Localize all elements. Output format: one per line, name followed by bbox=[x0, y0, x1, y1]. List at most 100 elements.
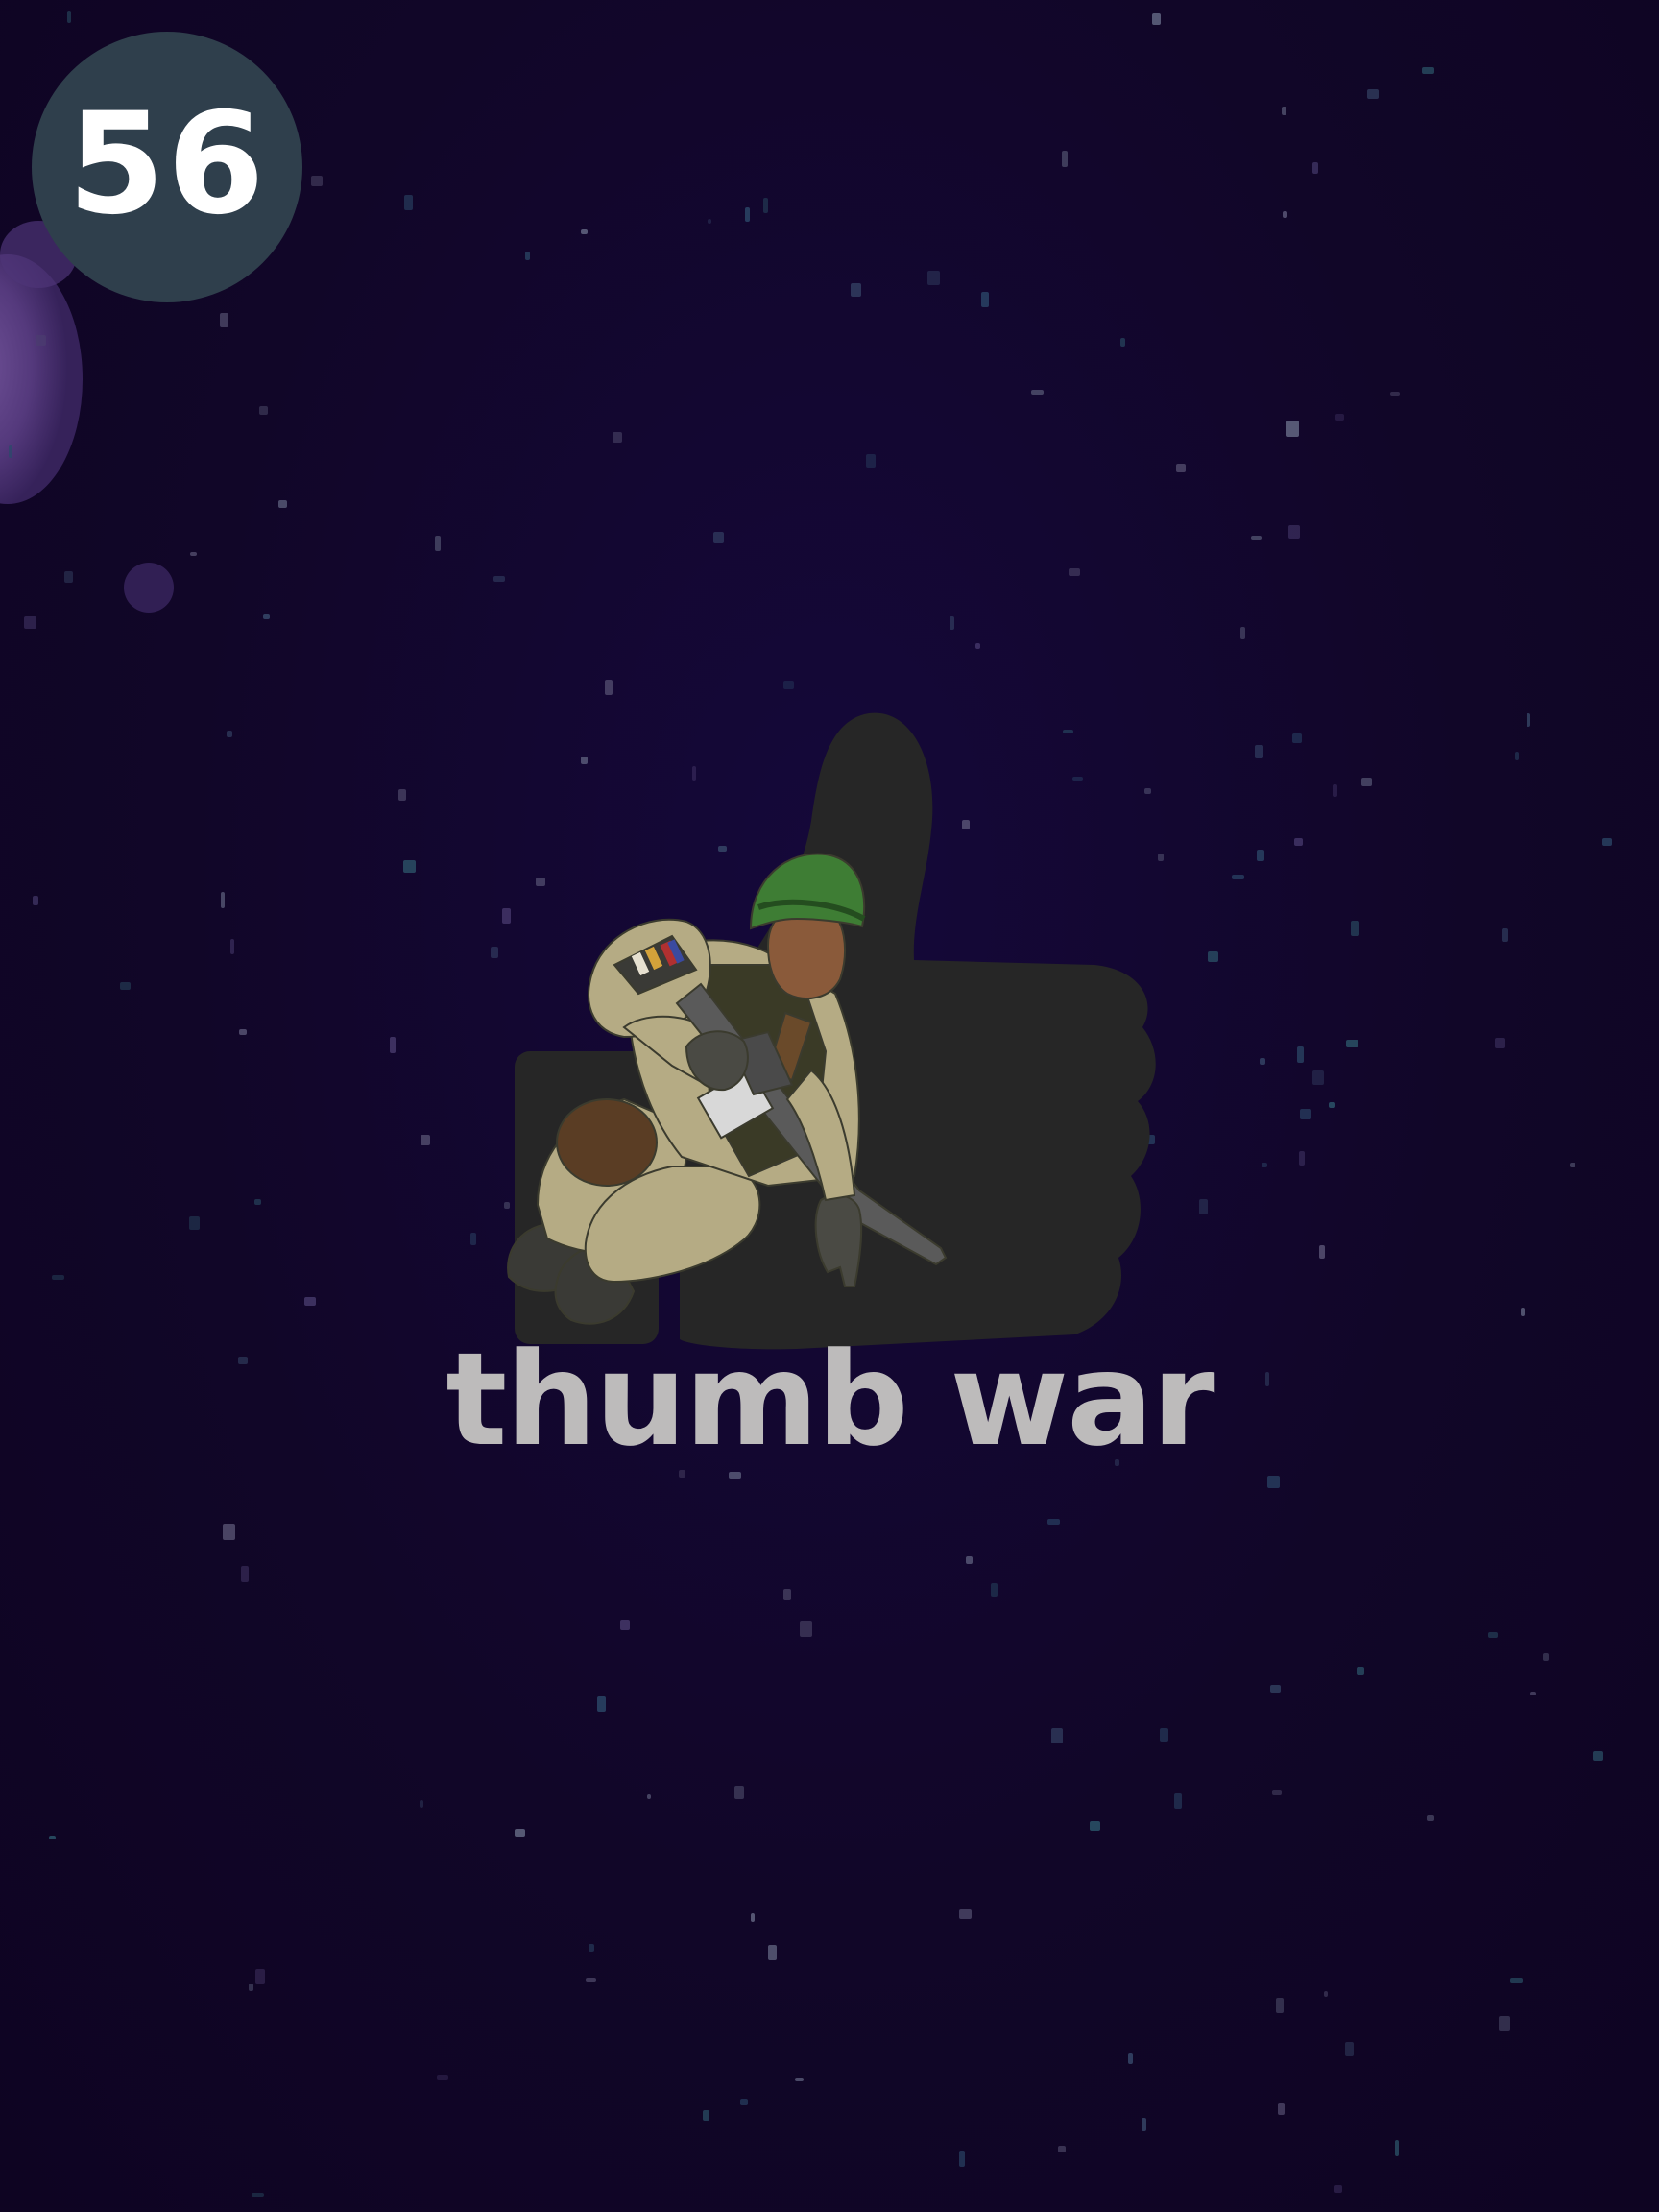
star-decoration bbox=[1495, 1038, 1505, 1048]
star-decoration bbox=[1283, 211, 1287, 218]
star-decoration bbox=[1288, 525, 1300, 539]
star-decoration bbox=[1357, 1667, 1364, 1675]
star-decoration bbox=[1058, 2146, 1066, 2152]
star-decoration bbox=[1510, 1978, 1523, 1983]
star-decoration bbox=[515, 1829, 525, 1837]
star-decoration bbox=[1069, 568, 1080, 576]
star-decoration bbox=[1120, 338, 1125, 347]
star-decoration bbox=[1270, 1685, 1281, 1693]
star-decoration bbox=[1294, 838, 1303, 846]
star-decoration bbox=[703, 2110, 709, 2121]
star-decoration bbox=[64, 571, 73, 583]
star-decoration bbox=[420, 1800, 423, 1808]
star-decoration bbox=[1260, 1058, 1265, 1065]
star-decoration bbox=[1602, 838, 1612, 846]
star-decoration bbox=[800, 1621, 812, 1637]
star-decoration bbox=[67, 11, 71, 23]
star-decoration bbox=[263, 614, 270, 619]
star-decoration bbox=[1390, 392, 1400, 396]
star-decoration bbox=[1488, 1632, 1498, 1638]
star-decoration bbox=[1499, 2016, 1510, 2031]
star-decoration bbox=[1240, 627, 1245, 639]
star-decoration bbox=[745, 207, 750, 222]
star-decoration bbox=[1262, 1163, 1267, 1167]
star-decoration bbox=[1286, 421, 1299, 437]
star-decoration bbox=[950, 616, 954, 630]
star-decoration bbox=[1335, 414, 1344, 421]
star-decoration bbox=[259, 406, 268, 415]
star-decoration bbox=[190, 552, 197, 556]
star-decoration bbox=[1251, 536, 1262, 540]
star-decoration bbox=[1278, 2103, 1285, 2115]
star-decoration bbox=[221, 892, 225, 908]
star-decoration bbox=[1324, 1991, 1328, 1997]
star-decoration bbox=[470, 1233, 476, 1245]
star-decoration bbox=[1062, 151, 1068, 167]
star-decoration bbox=[734, 1786, 744, 1799]
star-decoration bbox=[403, 860, 416, 873]
star-decoration bbox=[1346, 1040, 1358, 1047]
game-title: thumb war bbox=[445, 1325, 1214, 1475]
star-decoration bbox=[1527, 713, 1530, 727]
star-decoration bbox=[1515, 752, 1519, 760]
star-decoration bbox=[927, 271, 940, 285]
star-decoration bbox=[589, 1944, 594, 1952]
star-decoration bbox=[751, 1913, 755, 1922]
star-decoration bbox=[227, 731, 232, 737]
star-decoration bbox=[1521, 1308, 1525, 1316]
star-decoration bbox=[1292, 733, 1302, 743]
star-decoration bbox=[437, 2075, 448, 2080]
star-decoration bbox=[52, 1275, 64, 1280]
star-decoration bbox=[1174, 1793, 1182, 1809]
star-decoration bbox=[581, 229, 588, 234]
star-decoration bbox=[255, 1969, 265, 1984]
star-decoration bbox=[1300, 1109, 1311, 1119]
star-decoration bbox=[763, 198, 768, 213]
star-decoration bbox=[36, 335, 46, 346]
star-decoration bbox=[421, 1135, 430, 1145]
star-decoration bbox=[966, 1556, 973, 1564]
star-decoration bbox=[435, 536, 441, 551]
star-decoration bbox=[189, 1216, 200, 1230]
star-decoration bbox=[1312, 162, 1318, 174]
star-decoration bbox=[278, 500, 287, 508]
star-decoration bbox=[1257, 850, 1264, 861]
star-decoration bbox=[9, 445, 12, 458]
star-decoration bbox=[713, 532, 724, 543]
star-decoration bbox=[1299, 1151, 1305, 1166]
star-decoration bbox=[390, 1037, 396, 1053]
star-decoration bbox=[613, 432, 622, 443]
star-decoration bbox=[795, 2078, 804, 2081]
star-decoration bbox=[49, 1836, 56, 1839]
star-decoration bbox=[1361, 778, 1372, 786]
star-decoration bbox=[239, 1029, 247, 1035]
star-decoration bbox=[1333, 784, 1337, 797]
star-decoration bbox=[304, 1297, 316, 1306]
star-decoration bbox=[1267, 1476, 1280, 1488]
star-decoration bbox=[1427, 1815, 1434, 1821]
star-decoration bbox=[1142, 2118, 1146, 2131]
star-decoration bbox=[1255, 745, 1263, 758]
star-decoration bbox=[1395, 2140, 1399, 2156]
star-decoration bbox=[1160, 1728, 1168, 1742]
star-decoration bbox=[981, 292, 989, 307]
star-decoration bbox=[1345, 2042, 1354, 2056]
planet-decoration bbox=[0, 254, 83, 504]
star-decoration bbox=[254, 1199, 261, 1205]
star-decoration bbox=[959, 1909, 972, 1919]
star-decoration bbox=[1282, 107, 1286, 115]
thumbs-up-soldier-icon bbox=[507, 712, 1156, 1350]
star-decoration bbox=[783, 1589, 791, 1600]
score-counter: 56 bbox=[67, 83, 267, 246]
star-decoration bbox=[1297, 1046, 1304, 1063]
star-decoration bbox=[398, 789, 406, 801]
star-decoration bbox=[1031, 390, 1044, 395]
star-decoration bbox=[404, 195, 413, 210]
star-decoration bbox=[1051, 1728, 1063, 1743]
score-badge: 56 bbox=[32, 32, 302, 302]
star-decoration bbox=[220, 313, 228, 327]
star-decoration bbox=[975, 643, 980, 649]
star-decoration bbox=[223, 1524, 235, 1540]
small-planet-decoration bbox=[124, 563, 174, 613]
star-decoration bbox=[1329, 1102, 1335, 1108]
